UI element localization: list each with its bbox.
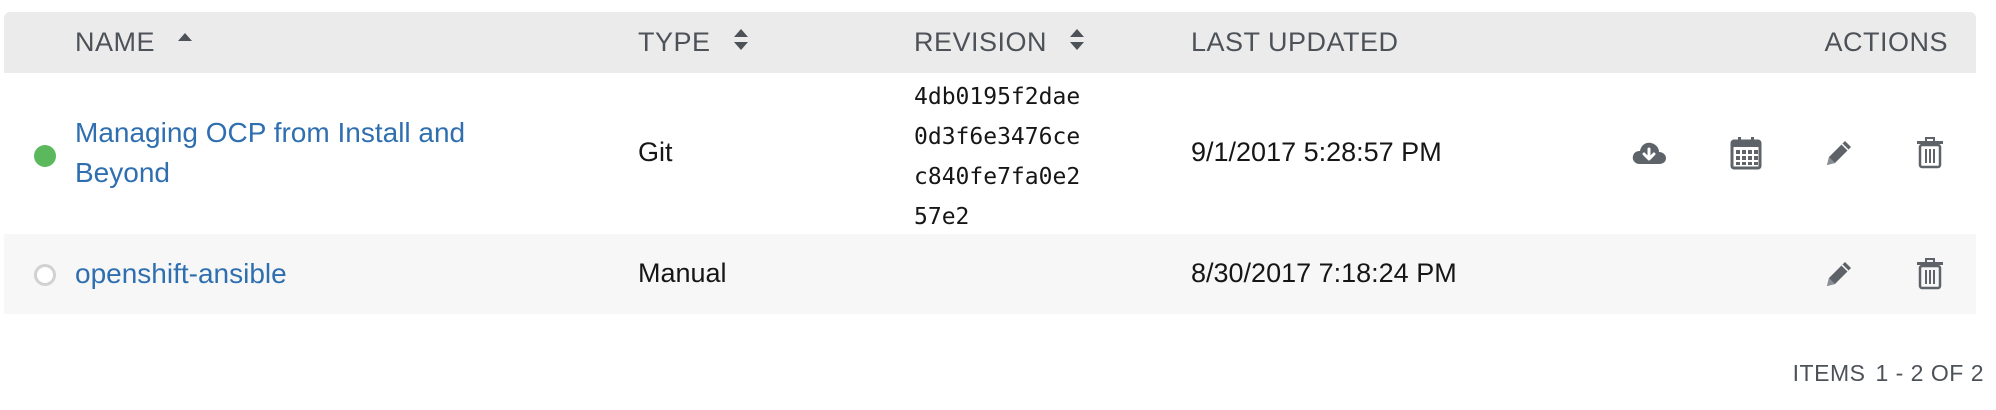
last-updated: 9/1/2017 5:28:57 PM xyxy=(1191,137,1442,167)
revision-line: 57e2 xyxy=(914,204,970,230)
column-label: NAME xyxy=(75,27,156,57)
project-type: Manual xyxy=(638,258,727,288)
project-revision: 4db0195f2dae 0d3f6e3476ce c840fe7fa0e2 5… xyxy=(914,77,1080,237)
column-header-type[interactable]: TYPE xyxy=(638,12,749,73)
revision-line: 4db0195f2dae xyxy=(914,84,1081,110)
column-header-actions: ACTIONS xyxy=(1824,12,1948,73)
project-name-line[interactable]: Managing OCP from Install and xyxy=(75,113,465,153)
column-header-name[interactable]: NAME xyxy=(75,12,193,73)
sort-both-icon xyxy=(1069,13,1085,74)
table-row: Managing OCP from Install and Beyond Git… xyxy=(4,73,1976,234)
column-label: TYPE xyxy=(638,27,711,57)
status-indicator-active xyxy=(34,145,56,167)
schedule-button[interactable] xyxy=(1726,133,1766,173)
projects-table: NAME TYPE REVISION LAST UPDATED ACTIONS xyxy=(4,12,1976,314)
table-header: NAME TYPE REVISION LAST UPDATED ACTIONS xyxy=(4,12,1976,73)
pagination-label: ITEMS xyxy=(1792,360,1866,386)
project-name-link[interactable]: openshift-ansible xyxy=(75,254,287,294)
sort-both-icon xyxy=(733,13,749,74)
column-label: REVISION xyxy=(914,27,1048,57)
table-row: openshift-ansible Manual 8/30/2017 7:18:… xyxy=(4,234,1976,314)
last-updated: 8/30/2017 7:18:24 PM xyxy=(1191,258,1457,288)
trash-icon xyxy=(1917,258,1943,290)
delete-button[interactable] xyxy=(1910,133,1950,173)
column-header-last-updated: LAST UPDATED xyxy=(1191,12,1399,73)
project-type: Git xyxy=(638,137,673,167)
project-name-line[interactable]: openshift-ansible xyxy=(75,254,287,294)
column-label: ACTIONS xyxy=(1824,27,1948,57)
trash-icon xyxy=(1917,137,1943,169)
pagination-summary: ITEMS 1 - 2 OF 2 xyxy=(1783,360,1984,387)
pencil-icon xyxy=(1827,141,1851,165)
pagination-range: 1 - 2 OF 2 xyxy=(1875,360,1984,386)
scm-update-button[interactable] xyxy=(1629,133,1669,173)
column-label: LAST UPDATED xyxy=(1191,27,1399,57)
calendar-icon xyxy=(1730,137,1762,170)
revision-line: c840fe7fa0e2 xyxy=(914,164,1081,190)
status-indicator-inactive xyxy=(34,264,56,286)
edit-button[interactable] xyxy=(1819,254,1859,294)
revision-line: 0d3f6e3476ce xyxy=(914,124,1081,150)
pencil-icon xyxy=(1827,262,1851,286)
sort-ascending-icon xyxy=(177,13,193,74)
column-header-revision[interactable]: REVISION xyxy=(914,12,1085,73)
cloud-download-icon xyxy=(1632,142,1666,164)
delete-button[interactable] xyxy=(1910,254,1950,294)
project-name-line[interactable]: Beyond xyxy=(75,153,465,193)
project-name-link[interactable]: Managing OCP from Install and Beyond xyxy=(75,113,465,193)
edit-button[interactable] xyxy=(1819,133,1859,173)
